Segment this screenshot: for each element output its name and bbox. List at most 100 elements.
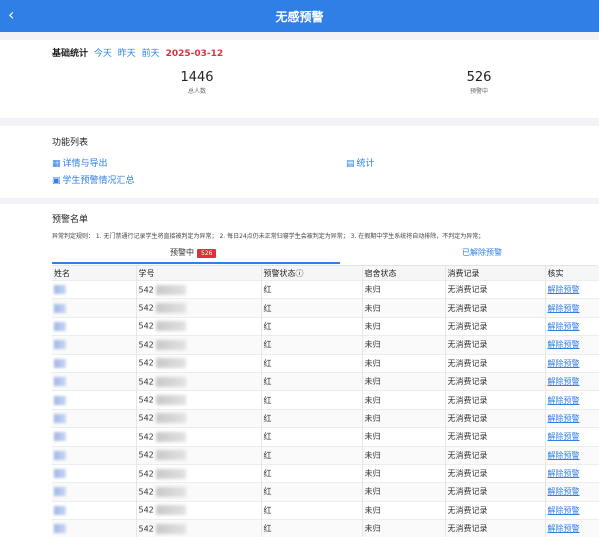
stats-title: 基础统计 bbox=[52, 49, 88, 59]
cell-consumption: 无消费记录 bbox=[445, 354, 545, 372]
rule-description: 异常判定规则： 1. 无门禁通行记录学生将直接被判定为异常； 2. 每日24点仍… bbox=[52, 231, 597, 240]
warning-list-title: 预警名单 bbox=[52, 212, 88, 225]
clear-warning-link[interactable]: 解除预警 bbox=[548, 524, 580, 533]
cell-name bbox=[52, 501, 136, 519]
cell-student-id: 542 bbox=[136, 520, 261, 537]
clear-warning-link[interactable]: 解除预警 bbox=[548, 487, 580, 496]
student-id-prefix: 542 bbox=[139, 487, 154, 496]
day-before-yesterday-link[interactable]: 前天 bbox=[142, 49, 160, 59]
student-id-prefix: 542 bbox=[139, 340, 154, 349]
column-header-student-id: 学号 bbox=[136, 266, 261, 281]
cell-name bbox=[52, 372, 136, 390]
redacted-student-id bbox=[156, 395, 186, 405]
cell-student-id: 542 bbox=[136, 446, 261, 464]
student-id-prefix: 542 bbox=[139, 359, 154, 368]
table-row: 542红未归无消费记录解除预警 bbox=[52, 520, 599, 537]
cell-name bbox=[52, 409, 136, 427]
statistics-link[interactable]: ▤统计 bbox=[346, 156, 375, 169]
redacted-student-id bbox=[156, 413, 186, 423]
details-export-link[interactable]: ▦详情与导出 bbox=[52, 156, 108, 169]
table-row: 542红未归无消费记录解除预警 bbox=[52, 336, 599, 354]
cell-student-id: 542 bbox=[136, 336, 261, 354]
cell-dorm-status: 未归 bbox=[362, 281, 445, 299]
clear-warning-link[interactable]: 解除预警 bbox=[548, 322, 580, 331]
cell-consumption: 无消费记录 bbox=[445, 317, 545, 335]
function-list-title: 功能列表 bbox=[52, 135, 88, 148]
day-yesterday-link[interactable]: 昨天 bbox=[118, 49, 136, 59]
student-id-prefix: 542 bbox=[139, 322, 154, 331]
student-id-prefix: 542 bbox=[139, 377, 154, 386]
cell-name bbox=[52, 428, 136, 446]
table-row: 542红未归无消费记录解除预警 bbox=[52, 501, 599, 519]
clear-warning-link[interactable]: 解除预警 bbox=[548, 304, 580, 313]
cell-student-id: 542 bbox=[136, 317, 261, 335]
redacted-student-id bbox=[156, 285, 186, 295]
redacted-name bbox=[54, 524, 66, 533]
cell-verify: 解除预警 bbox=[545, 428, 599, 446]
day-today-link[interactable]: 今天 bbox=[94, 49, 112, 59]
clear-warning-link[interactable]: 解除预警 bbox=[548, 414, 580, 423]
redacted-student-id bbox=[156, 432, 186, 442]
clear-warning-link[interactable]: 解除预警 bbox=[548, 396, 580, 405]
table-body: 542红未归无消费记录解除预警542红未归无消费记录解除预警542红未归无消费记… bbox=[52, 281, 599, 537]
redacted-name bbox=[54, 451, 66, 460]
cell-dorm-status: 未归 bbox=[362, 520, 445, 537]
tab-cleared-warnings[interactable]: 已解除预警 bbox=[462, 247, 502, 258]
redacted-name bbox=[54, 469, 66, 478]
redacted-student-id bbox=[156, 340, 186, 350]
cell-name bbox=[52, 354, 136, 372]
cell-dorm-status: 未归 bbox=[362, 354, 445, 372]
warning-table: 姓名 学号 预警状态ⓘ 宿舍状态 消费记录 核实 542红未归无消费记录解除预警… bbox=[52, 266, 599, 537]
cell-warning-status: 红 bbox=[261, 520, 362, 537]
cell-verify: 解除预警 bbox=[545, 391, 599, 409]
warning-summary-link[interactable]: ▣学生预警情况汇总 bbox=[52, 173, 135, 186]
clear-warning-link[interactable]: 解除预警 bbox=[548, 340, 580, 349]
section-divider bbox=[0, 32, 599, 40]
total-label: 总人数 bbox=[157, 86, 237, 95]
cell-consumption: 无消费记录 bbox=[445, 428, 545, 446]
stats-header: 基础统计 今天 昨天 前天 2025-03-12 bbox=[52, 46, 223, 59]
redacted-name bbox=[54, 340, 66, 349]
clear-warning-link[interactable]: 解除预警 bbox=[548, 377, 580, 386]
table-row: 542红未归无消费记录解除预警 bbox=[52, 446, 599, 464]
cell-dorm-status: 未归 bbox=[362, 409, 445, 427]
cell-student-id: 542 bbox=[136, 464, 261, 482]
clear-warning-link[interactable]: 解除预警 bbox=[548, 506, 580, 515]
column-header-dorm-status: 宿舍状态 bbox=[362, 266, 445, 281]
cell-verify: 解除预警 bbox=[545, 409, 599, 427]
cell-verify: 解除预警 bbox=[545, 281, 599, 299]
cell-warning-status: 红 bbox=[261, 299, 362, 317]
cell-verify: 解除预警 bbox=[545, 501, 599, 519]
table-header-row: 姓名 学号 预警状态ⓘ 宿舍状态 消费记录 核实 bbox=[52, 266, 599, 281]
tab-warning-active[interactable]: 预警中526 bbox=[170, 247, 216, 258]
column-header-verify: 核实 bbox=[545, 266, 599, 281]
redacted-student-id bbox=[156, 303, 186, 313]
warning-count-badge: 526 bbox=[197, 249, 216, 258]
cell-consumption: 无消费记录 bbox=[445, 483, 545, 501]
cell-dorm-status: 未归 bbox=[362, 483, 445, 501]
redacted-name bbox=[54, 359, 66, 368]
cell-name bbox=[52, 317, 136, 335]
cell-name bbox=[52, 281, 136, 299]
clear-warning-link[interactable]: 解除预警 bbox=[548, 451, 580, 460]
cell-verify: 解除预警 bbox=[545, 317, 599, 335]
cell-name bbox=[52, 391, 136, 409]
cell-student-id: 542 bbox=[136, 372, 261, 390]
student-id-prefix: 542 bbox=[139, 414, 154, 423]
clear-warning-link[interactable]: 解除预警 bbox=[548, 469, 580, 478]
clear-warning-link[interactable]: 解除预警 bbox=[548, 359, 580, 368]
clear-warning-link[interactable]: 解除预警 bbox=[548, 432, 580, 441]
tab-warning-label: 预警中 bbox=[170, 248, 194, 257]
cell-dorm-status: 未归 bbox=[362, 372, 445, 390]
cell-verify: 解除预警 bbox=[545, 299, 599, 317]
cell-student-id: 542 bbox=[136, 483, 261, 501]
warning-tabs: 预警中526 已解除预警 bbox=[52, 243, 597, 266]
total-value: 1446 bbox=[157, 70, 237, 85]
redacted-student-id bbox=[156, 321, 186, 331]
redacted-student-id bbox=[156, 524, 186, 534]
table-row: 542红未归无消费记录解除预警 bbox=[52, 391, 599, 409]
table-row: 542红未归无消费记录解除预警 bbox=[52, 299, 599, 317]
statistics-label: 统计 bbox=[357, 159, 375, 169]
clear-warning-link[interactable]: 解除预警 bbox=[548, 285, 580, 294]
cell-student-id: 542 bbox=[136, 281, 261, 299]
